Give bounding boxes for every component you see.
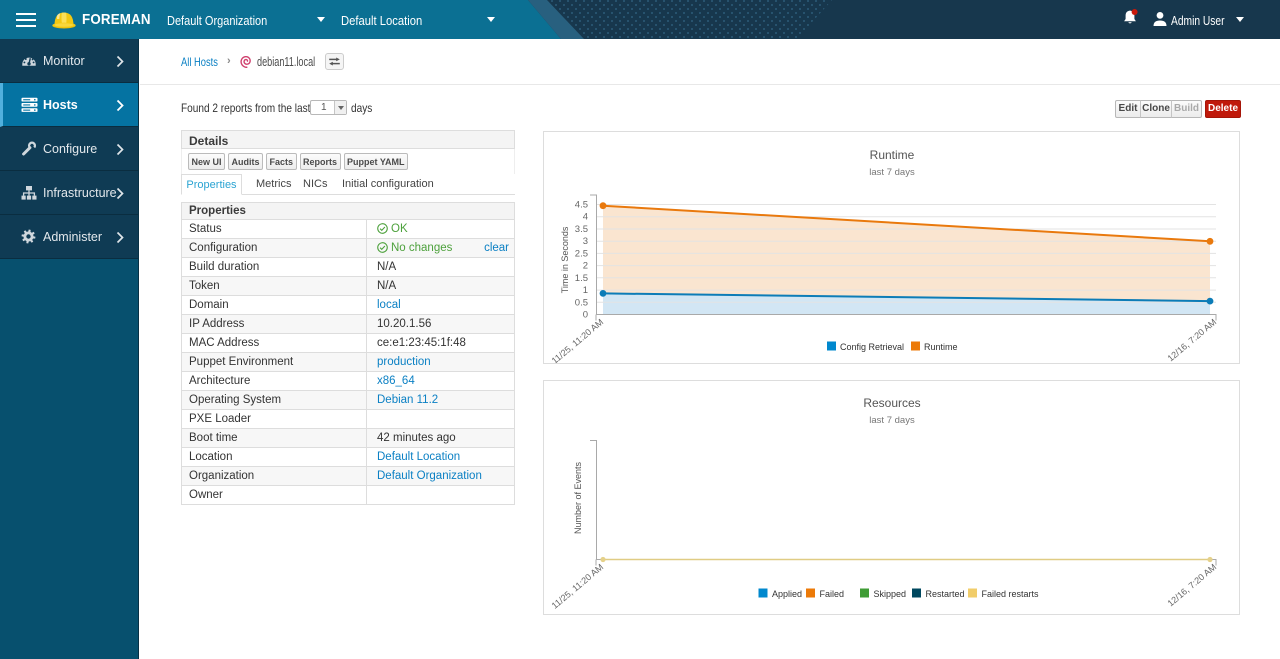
svg-text:1.5: 1.5 [575,273,588,284]
svg-text:Time in Seconds: Time in Seconds [560,226,570,293]
svg-text:11/25, 11:20 AM: 11/25, 11:20 AM [550,562,606,611]
svg-text:0: 0 [583,310,588,321]
svg-text:Restarted: Restarted [926,589,965,599]
svg-text:4: 4 [583,212,588,223]
svg-text:0.5: 0.5 [575,297,588,308]
svg-text:Failed: Failed [820,589,845,599]
svg-text:Runtime: Runtime [870,148,915,162]
svg-text:3: 3 [583,236,588,247]
svg-text:12/16, 7:20 AM: 12/16, 7:20 AM [1165,317,1218,363]
svg-text:2.5: 2.5 [575,248,588,259]
svg-text:last 7 days: last 7 days [869,167,915,178]
svg-text:3.5: 3.5 [575,224,588,235]
svg-text:12/16, 7:20 AM: 12/16, 7:20 AM [1165,562,1218,609]
svg-text:Number of Events: Number of Events [573,461,583,534]
svg-text:Config Retrieval: Config Retrieval [840,342,904,352]
svg-text:1: 1 [583,285,588,296]
svg-text:Applied: Applied [772,589,802,599]
svg-text:Failed restarts: Failed restarts [982,589,1040,599]
svg-text:11/25, 11:20 AM: 11/25, 11:20 AM [550,317,606,363]
svg-text:Runtime: Runtime [924,342,958,352]
svg-text:4.5: 4.5 [575,200,588,211]
svg-text:Resources: Resources [863,396,920,410]
svg-text:2: 2 [583,261,588,272]
svg-text:Skipped: Skipped [874,589,907,599]
svg-text:last 7 days: last 7 days [869,415,915,426]
